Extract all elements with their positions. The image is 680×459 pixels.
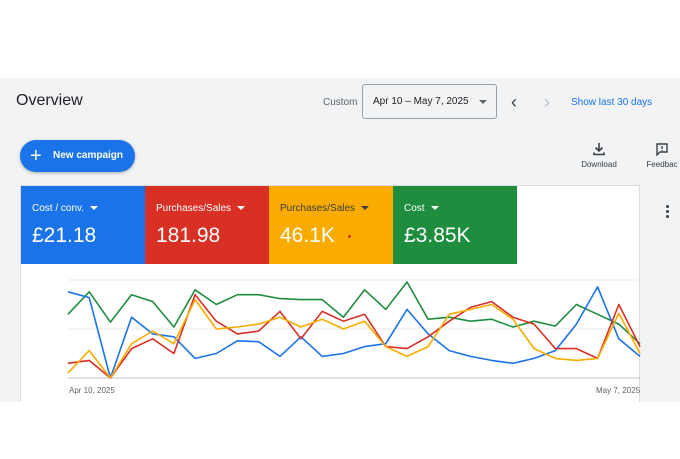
metric-label: Purchases/Sales — [280, 203, 370, 214]
metric-label: Purchases/Sales — [156, 203, 246, 214]
metric-value: 46.1K — [280, 224, 335, 247]
more-options-icon[interactable] — [666, 205, 670, 220]
metric-label: Cost / conv. — [32, 203, 99, 214]
chevron-left-icon[interactable]: ‹ — [505, 92, 523, 112]
metric-label: Cost — [404, 203, 439, 214]
download-icon — [593, 143, 605, 156]
page-title: Overview — [16, 92, 83, 109]
feedback-icon — [656, 143, 668, 156]
feedback-label: Feedbac — [646, 160, 678, 169]
metric-value: £21.18 — [32, 224, 97, 247]
metric-label-text: Purchases/Sales — [280, 203, 356, 214]
new-campaign-label: New campaign — [53, 150, 124, 161]
download-label: Download — [581, 160, 617, 169]
dropdown-icon[interactable] — [237, 206, 246, 210]
metric-label-text: Purchases/Sales — [156, 203, 232, 214]
metric-purchases-sales[interactable]: Purchases/Sales 181.98 — [145, 186, 269, 264]
feedback-button[interactable]: Feedbac — [644, 142, 680, 169]
metric-label-text: Cost — [404, 203, 425, 214]
show-last-30-days-link[interactable]: Show last 30 days — [571, 97, 652, 108]
overview-panel: Overview Custom Apr 10 – May 7, 2025 ‹ ›… — [0, 78, 680, 402]
performance-chart — [67, 279, 641, 379]
metric-purchases-sales-value[interactable]: Purchases/Sales 46.1K — [269, 186, 393, 264]
metric-tabs: Cost / conv. £21.18 Purchases/Sales 181.… — [21, 186, 517, 264]
plus-icon: + — [30, 145, 42, 167]
chevron-down-icon — [479, 100, 487, 104]
custom-label: Custom — [323, 97, 358, 108]
date-range-text: Apr 10 – May 7, 2025 — [373, 96, 469, 107]
indicator-dot — [348, 235, 351, 238]
new-campaign-button[interactable]: + New campaign — [20, 140, 135, 172]
download-button[interactable]: Download — [578, 142, 620, 169]
x-axis-start-label: Apr 10, 2025 — [69, 386, 115, 395]
dropdown-icon[interactable] — [90, 206, 99, 210]
metric-cost-per-conv[interactable]: Cost / conv. £21.18 — [21, 186, 145, 264]
series-line-1 — [67, 293, 641, 379]
metric-value: £3.85K — [404, 224, 471, 247]
date-range-selector[interactable]: Apr 10 – May 7, 2025 — [362, 84, 497, 119]
chevron-right-icon[interactable]: › — [538, 92, 556, 112]
metric-cost[interactable]: Cost £3.85K — [393, 186, 517, 264]
metric-value: 181.98 — [156, 224, 221, 247]
dropdown-icon[interactable] — [361, 206, 370, 210]
x-axis-end-label: May 7, 2025 — [596, 386, 641, 395]
metric-label-text: Cost / conv. — [32, 203, 85, 214]
dropdown-icon[interactable] — [430, 206, 439, 210]
